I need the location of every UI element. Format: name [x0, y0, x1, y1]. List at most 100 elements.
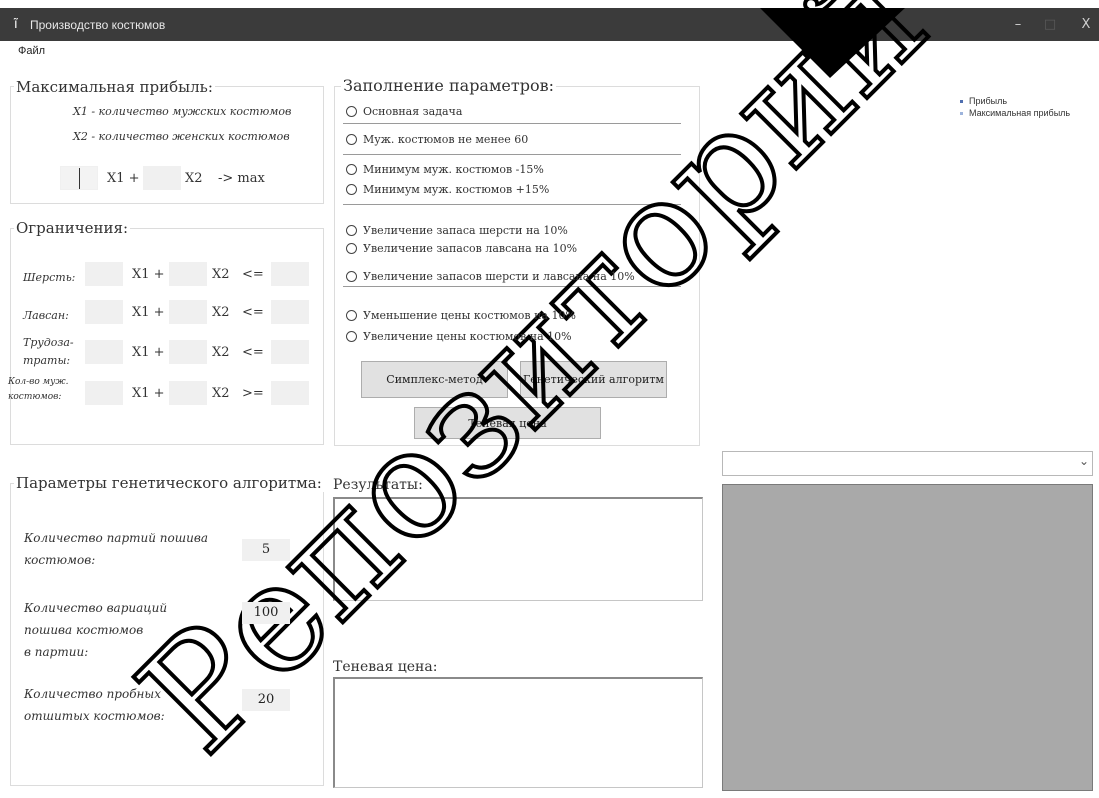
- constraint-x2-input[interactable]: [169, 340, 207, 364]
- separator: [343, 204, 681, 205]
- objective-x1-input[interactable]: [60, 166, 98, 190]
- constraint-x2-input[interactable]: [169, 381, 207, 405]
- constraint-label: Шерсть:: [23, 271, 76, 284]
- constraint-label: Лавсан:: [23, 309, 69, 322]
- constraint-x1-label: X1 +: [132, 386, 165, 401]
- shadow-price-textbox[interactable]: [333, 677, 703, 788]
- text-cursor: [79, 168, 80, 189]
- constraint-operator: <=: [242, 267, 264, 282]
- option-radio[interactable]: Минимум муж. костюмов -15%: [346, 163, 544, 176]
- x2-description: X2 - количество женских костюмов: [73, 130, 290, 143]
- constraint-x2-label: X2: [212, 386, 230, 401]
- params-title: Заполнение параметров:: [341, 76, 557, 95]
- constraint-x1-input[interactable]: [85, 262, 123, 286]
- genetic-field-value[interactable]: 20: [242, 689, 290, 711]
- genetic-field-label: Количество пробных отшитых костюмов:: [24, 687, 165, 723]
- window-title: Производство костюмов: [30, 18, 166, 32]
- legend-marker-icon: [960, 111, 963, 115]
- separator: [343, 123, 681, 124]
- constraint-operator: <=: [242, 305, 264, 320]
- legend-item: Максимальная прибыль: [960, 108, 1070, 118]
- constraint-label: Трудоза-траты:: [23, 336, 74, 367]
- option-radio[interactable]: Минимум муж. костюмов +15%: [346, 183, 549, 196]
- constraint-operator: >=: [242, 386, 264, 401]
- constraint-x2-input[interactable]: [169, 300, 207, 324]
- constraint-rhs-input[interactable]: [271, 300, 309, 324]
- legend-label: Максимальная прибыль: [969, 108, 1071, 118]
- constraint-rhs-input[interactable]: [271, 340, 309, 364]
- constraints-title: Ограничения:: [14, 219, 131, 237]
- option-radio[interactable]: Увеличение запаса шерсти на 10%: [346, 224, 568, 237]
- shadow-price-button[interactable]: Теневая цена: [414, 407, 601, 439]
- constraint-x1-label: X1 +: [132, 305, 165, 320]
- close-button[interactable]: X: [1072, 14, 1099, 36]
- radio-circle-icon[interactable]: [346, 243, 357, 254]
- option-radio[interactable]: Основная задача: [346, 105, 462, 118]
- radio-circle-icon[interactable]: [346, 164, 357, 175]
- maximize-button[interactable]: □: [1036, 14, 1064, 36]
- option-label: Увеличение запаса шерсти на 10%: [363, 224, 568, 237]
- constraint-label: Кол-во муж. костюмов:: [8, 377, 69, 402]
- constraint-operator: <=: [242, 345, 264, 360]
- radio-circle-icon[interactable]: [346, 310, 357, 321]
- genetic-algorithm-button[interactable]: Генетический алгоритм: [520, 361, 667, 398]
- constraint-rhs-input[interactable]: [271, 381, 309, 405]
- option-radio[interactable]: Уменьшение цены костюмов на 10%: [346, 309, 576, 322]
- legend-label: Прибыль: [969, 96, 1008, 106]
- option-label: Муж. костюмов не менее 60: [363, 133, 529, 146]
- chevron-down-icon[interactable]: ⌄: [1079, 454, 1089, 468]
- objective-x2-label: X2: [185, 171, 203, 186]
- option-label: Увеличение запасов лавсана на 10%: [363, 242, 578, 255]
- constraint-x1-label: X1 +: [132, 267, 165, 282]
- shadow-price-title: Теневая цена:: [333, 659, 438, 675]
- constraint-x2-input[interactable]: [169, 262, 207, 286]
- title-bar: ĩ Производство костюмов – □ X: [0, 8, 1099, 41]
- option-label: Минимум муж. костюмов +15%: [363, 183, 550, 196]
- max-profit-title: Максимальная прибыль:: [14, 78, 215, 96]
- constraint-x1-input[interactable]: [85, 340, 123, 364]
- chart-select-dropdown[interactable]: ⌄: [722, 451, 1093, 476]
- option-label: Основная задача: [363, 105, 463, 118]
- option-radio[interactable]: Увеличение запасов шерсти и лавсана на 1…: [346, 270, 635, 283]
- radio-circle-icon[interactable]: [346, 106, 357, 117]
- menu-bar: Файл: [0, 41, 1099, 63]
- separator: [343, 154, 681, 155]
- genetic-field-value[interactable]: 100: [242, 602, 290, 624]
- objective-x2-input[interactable]: [143, 166, 181, 190]
- genetic-field-label: Количество партий пошива костюмов:: [24, 531, 208, 567]
- separator: [343, 286, 681, 287]
- radio-circle-icon[interactable]: [346, 271, 357, 282]
- genetic-field-value[interactable]: 5: [242, 539, 290, 561]
- radio-circle-icon[interactable]: [346, 225, 357, 236]
- option-radio[interactable]: Муж. костюмов не менее 60: [346, 133, 528, 146]
- objective-x1-label: X1 +: [107, 171, 140, 186]
- objective-goal: -> max: [218, 171, 265, 186]
- simplex-button[interactable]: Симплекс-метод: [361, 361, 508, 398]
- option-label: Уменьшение цены костюмов на 10%: [363, 309, 576, 322]
- option-label: Увеличение цены костюмов на 10%: [363, 330, 572, 343]
- constraint-x1-label: X1 +: [132, 345, 165, 360]
- results-title: Результаты:: [333, 477, 423, 493]
- results-textbox[interactable]: [333, 497, 703, 601]
- genetic-params-title: Параметры генетического алгоритма:: [14, 474, 324, 492]
- option-radio[interactable]: Увеличение цены костюмов на 10%: [346, 330, 572, 343]
- constraint-x2-label: X2: [212, 305, 230, 320]
- radio-circle-icon[interactable]: [346, 184, 357, 195]
- constraint-x2-label: X2: [212, 345, 230, 360]
- x1-description: X1 - количество мужских костюмов: [73, 105, 292, 118]
- menu-file[interactable]: Файл: [18, 45, 45, 57]
- constraint-x1-input[interactable]: [85, 300, 123, 324]
- image-display: [722, 484, 1093, 791]
- legend-marker-icon: [960, 99, 963, 103]
- option-radio[interactable]: Увеличение запасов лавсана на 10%: [346, 242, 577, 255]
- legend-item: Прибыль: [960, 96, 1007, 106]
- constraint-x1-input[interactable]: [85, 381, 123, 405]
- option-label: Минимум муж. костюмов -15%: [363, 163, 544, 176]
- constraint-rhs-input[interactable]: [271, 262, 309, 286]
- option-label: Увеличение запасов шерсти и лавсана на 1…: [363, 270, 635, 283]
- minimize-button[interactable]: –: [1004, 14, 1032, 36]
- radio-circle-icon[interactable]: [346, 134, 357, 145]
- app-icon: ĩ: [14, 17, 18, 32]
- constraint-x2-label: X2: [212, 267, 230, 282]
- radio-circle-icon[interactable]: [346, 331, 357, 342]
